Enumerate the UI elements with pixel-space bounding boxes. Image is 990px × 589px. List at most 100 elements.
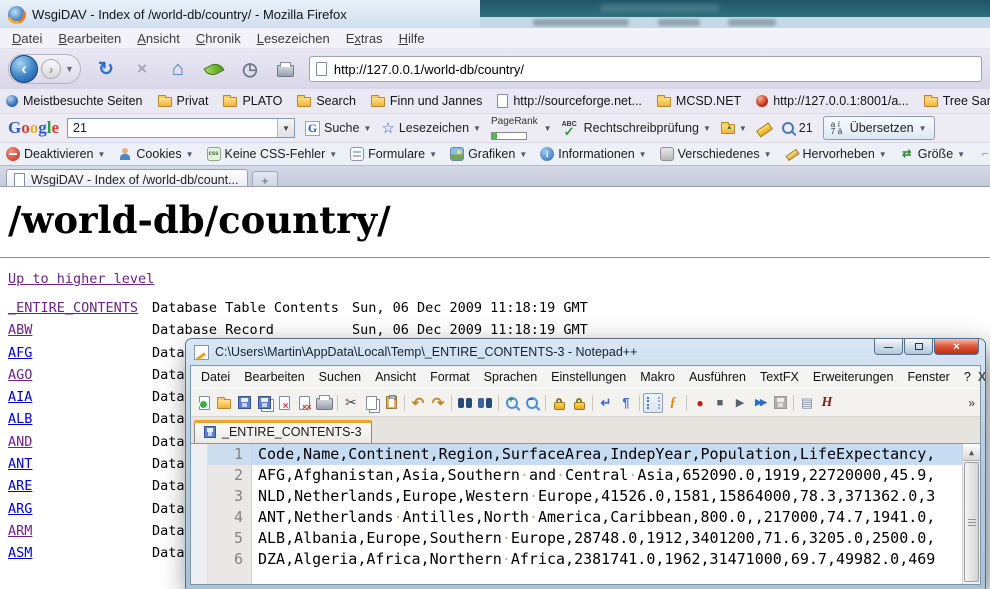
bookmark-folder-finn-und-jannes[interactable]: Finn und Jannes <box>371 94 482 108</box>
close-button[interactable]: × <box>934 339 979 355</box>
code-line[interactable]: Code,Name,Continent,Region,SurfaceArea,I… <box>252 444 962 465</box>
menu-chronik[interactable]: Chronik <box>188 31 249 46</box>
indent-guide-icon[interactable] <box>643 393 663 413</box>
webdev-extras[interactable]: ⌐Extras▼ <box>978 147 990 161</box>
entry-link[interactable]: AGO <box>8 364 32 386</box>
macro-record-icon[interactable]: ● <box>690 393 710 413</box>
notepadpp-titlebar[interactable]: C:\Users\Martin\AppData\Local\Temp\_ENTI… <box>190 339 981 365</box>
search-dropdown-icon[interactable]: ▼ <box>277 119 294 137</box>
npp-menu-einstellungen[interactable]: Einstellungen <box>544 370 633 384</box>
word-wrap-icon[interactable]: ↵ <box>596 393 616 413</box>
home-button[interactable]: ⌂ <box>167 58 189 80</box>
doc-map-icon[interactable]: ▤ <box>797 393 817 413</box>
vertical-scrollbar[interactable]: ▲ <box>962 444 980 584</box>
npp-menu-ausfuehren[interactable]: Ausführen <box>682 370 753 384</box>
npp-menu-makro[interactable]: Makro <box>633 370 682 384</box>
close-all-icon[interactable] <box>294 393 314 413</box>
bookmark-most-visited[interactable]: Meistbesuchte Seiten <box>6 94 143 108</box>
google-search-input[interactable]: 21 ▼ <box>67 118 295 138</box>
save-all-icon[interactable] <box>254 393 274 413</box>
redo-icon[interactable]: ↷ <box>428 393 448 413</box>
print-button[interactable] <box>275 58 297 80</box>
npp-menu-datei[interactable]: Datei <box>194 370 237 384</box>
npp-menu-sprachen[interactable]: Sprachen <box>477 370 545 384</box>
bookmark-folder-tree-samples[interactable]: Tree Samples <box>924 94 990 108</box>
entry-link[interactable]: ASM <box>8 542 32 564</box>
stop-button[interactable]: × <box>131 58 153 80</box>
macro-save-icon[interactable] <box>770 393 790 413</box>
menu-hilfe[interactable]: Hilfe <box>391 31 433 46</box>
entry-link[interactable]: _ENTIRE_CONTENTS <box>8 297 138 319</box>
code-line[interactable]: DZA,Algeria,Africa,Northern·Africa,23817… <box>252 549 962 570</box>
menu-datei[interactable]: Datei <box>4 31 50 46</box>
zoom-out-icon[interactable] <box>522 393 542 413</box>
macro-play-icon[interactable]: ▶ <box>730 393 750 413</box>
back-button[interactable]: ‹ <box>10 55 38 83</box>
firefox-titlebar[interactable]: WsgiDAV - Index of /world-db/country/ - … <box>0 0 990 28</box>
document-tab[interactable]: _ENTIRE_CONTENTS-3 <box>194 420 372 443</box>
copy-icon[interactable] <box>361 393 381 413</box>
pagerank-widget[interactable]: PageRank <box>491 117 538 140</box>
paste-icon[interactable] <box>381 393 401 413</box>
code-line[interactable]: AFG,Afghanistan,Asia,Southern·and·Centra… <box>252 465 962 486</box>
webdev-hervorheben[interactable]: Hervorheben▼ <box>785 147 887 161</box>
webdev-css[interactable]: cssKeine CSS-Fehler▼ <box>207 147 338 161</box>
sync-scroll-vertical-icon[interactable] <box>549 393 569 413</box>
code-line[interactable]: NLD,Netherlands,Europe,Western·Europe,41… <box>252 486 962 507</box>
minimize-button[interactable]: — <box>874 339 903 355</box>
highlighter-button[interactable] <box>757 123 772 134</box>
entry-link[interactable]: AFG <box>8 342 32 364</box>
up-to-higher-level-link[interactable]: Up to higher level <box>8 271 154 287</box>
bookmark-localhost-8001[interactable]: http://127.0.0.1:8001/a... <box>756 94 909 108</box>
webdev-formulare[interactable]: Formulare▼ <box>350 147 437 161</box>
entry-link[interactable]: ARE <box>8 475 32 497</box>
sage-leaf-icon[interactable] <box>203 58 225 80</box>
webdev-cookies[interactable]: Cookies▼ <box>118 147 193 161</box>
npp-menu-help[interactable]: ? <box>957 370 978 384</box>
new-file-icon[interactable] <box>194 393 214 413</box>
webdev-deaktivieren[interactable]: Deaktivieren▼ <box>6 147 105 161</box>
macro-run-multiple-icon[interactable]: ▶▶ <box>750 393 770 413</box>
webdev-verschiedenes[interactable]: Verschiedenes▼ <box>660 147 772 161</box>
entry-link[interactable]: ABW <box>8 319 32 341</box>
code-text[interactable]: Code,Name,Continent,Region,SurfaceArea,I… <box>252 444 962 584</box>
forward-button[interactable]: › <box>41 59 61 79</box>
npp-menu-format[interactable]: Format <box>423 370 477 384</box>
menu-bearbeiten[interactable]: Bearbeiten <box>50 31 129 46</box>
pagerank-dropdown-icon[interactable]: ▼ <box>544 124 552 133</box>
spellcheck-button[interactable]: ABCRechtschreibprüfung▼ <box>562 121 711 136</box>
more-buttons-icon[interactable]: » <box>968 396 977 410</box>
translate-button[interactable]: aí7ä Übersetzen▼ <box>823 116 935 140</box>
reload-button[interactable]: ↻ <box>95 58 117 80</box>
code-line[interactable]: ANT,Netherlands·Antilles,North·America,C… <box>252 507 962 528</box>
bookmark-folder-mcsd[interactable]: MCSD.NET <box>657 94 741 108</box>
open-folder-icon[interactable] <box>214 393 234 413</box>
restore-button[interactable] <box>904 339 933 355</box>
npp-menu-erweiterungen[interactable]: Erweiterungen <box>806 370 901 384</box>
webdev-informationen[interactable]: iInformationen▼ <box>540 147 646 161</box>
npp-menu-suchen[interactable]: Suchen <box>312 370 368 384</box>
history-dropdown-icon[interactable]: ▼ <box>65 64 74 74</box>
webdev-groesse[interactable]: ⇄Größe▼ <box>900 147 965 161</box>
sync-scroll-horizontal-icon[interactable] <box>569 393 589 413</box>
cut-icon[interactable]: ✂ <box>341 393 361 413</box>
npp-menu-textfx[interactable]: TextFX <box>753 370 806 384</box>
entry-link[interactable]: AIA <box>8 386 32 408</box>
function-completion-icon[interactable]: ƒ <box>663 393 683 413</box>
scrollbar-thumb[interactable] <box>964 462 979 582</box>
entry-link[interactable]: ANT <box>8 453 32 475</box>
bookmark-folder-privat[interactable]: Privat <box>158 94 209 108</box>
address-bar[interactable]: http://127.0.0.1/world-db/country/ <box>309 56 982 82</box>
code-line[interactable]: ALB,Albania,Europe,Southern·Europe,28748… <box>252 528 962 549</box>
entry-link[interactable]: ARM <box>8 520 32 542</box>
close-document-button[interactable]: X <box>978 370 990 384</box>
entry-link[interactable]: ARG <box>8 498 32 520</box>
scroll-up-icon[interactable]: ▲ <box>963 444 980 461</box>
textfx-html-icon[interactable]: H <box>817 393 837 413</box>
address-url[interactable]: http://127.0.0.1/world-db/country/ <box>334 62 524 77</box>
undo-icon[interactable]: ↶ <box>408 393 428 413</box>
bookmark-folder-plato[interactable]: PLATO <box>223 94 282 108</box>
bookmark-margin[interactable] <box>191 444 208 584</box>
zoom-in-icon[interactable] <box>502 393 522 413</box>
entry-link[interactable]: AND <box>8 431 32 453</box>
